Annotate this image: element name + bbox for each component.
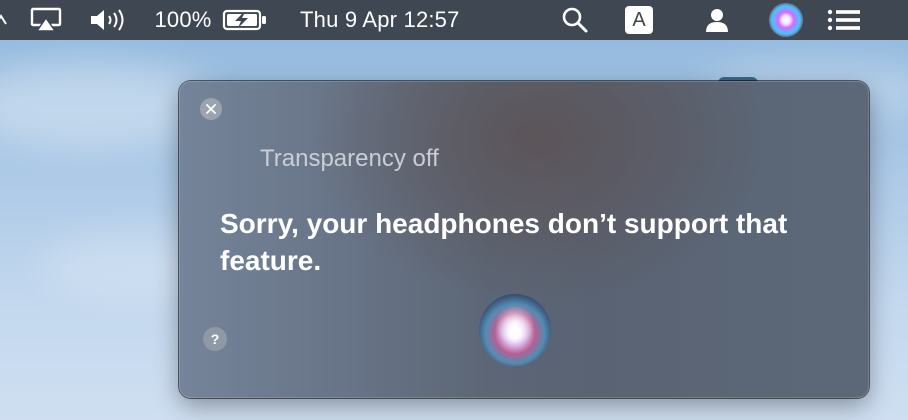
- close-icon: [206, 104, 216, 114]
- input-source-label: A: [625, 6, 653, 34]
- search-icon[interactable]: [558, 0, 592, 40]
- siri-menubar-orb: [770, 4, 802, 36]
- siri-panel: Transparency off Sorry, your headphones …: [179, 81, 869, 398]
- airplay-icon[interactable]: [28, 0, 64, 40]
- siri-orb-glow: [495, 305, 535, 345]
- input-source-menu[interactable]: A: [622, 0, 656, 40]
- menu-bar: 100% Thu 9 Apr 12:57 A: [0, 0, 908, 40]
- battery-charging-icon[interactable]: [220, 0, 270, 40]
- siri-status-text: Transparency off: [260, 145, 439, 172]
- caret-icon: [0, 0, 8, 40]
- user-icon[interactable]: [700, 0, 734, 40]
- list-icon[interactable]: [822, 0, 866, 40]
- siri-icon[interactable]: [766, 0, 806, 40]
- volume-icon[interactable]: [86, 0, 132, 40]
- help-button[interactable]: ?: [203, 327, 227, 351]
- close-button[interactable]: [200, 98, 222, 120]
- menubar-clock[interactable]: Thu 9 Apr 12:57: [300, 0, 524, 40]
- siri-response-text: Sorry, your headphones don’t support tha…: [220, 208, 788, 276]
- battery-percentage[interactable]: 100%: [150, 0, 216, 40]
